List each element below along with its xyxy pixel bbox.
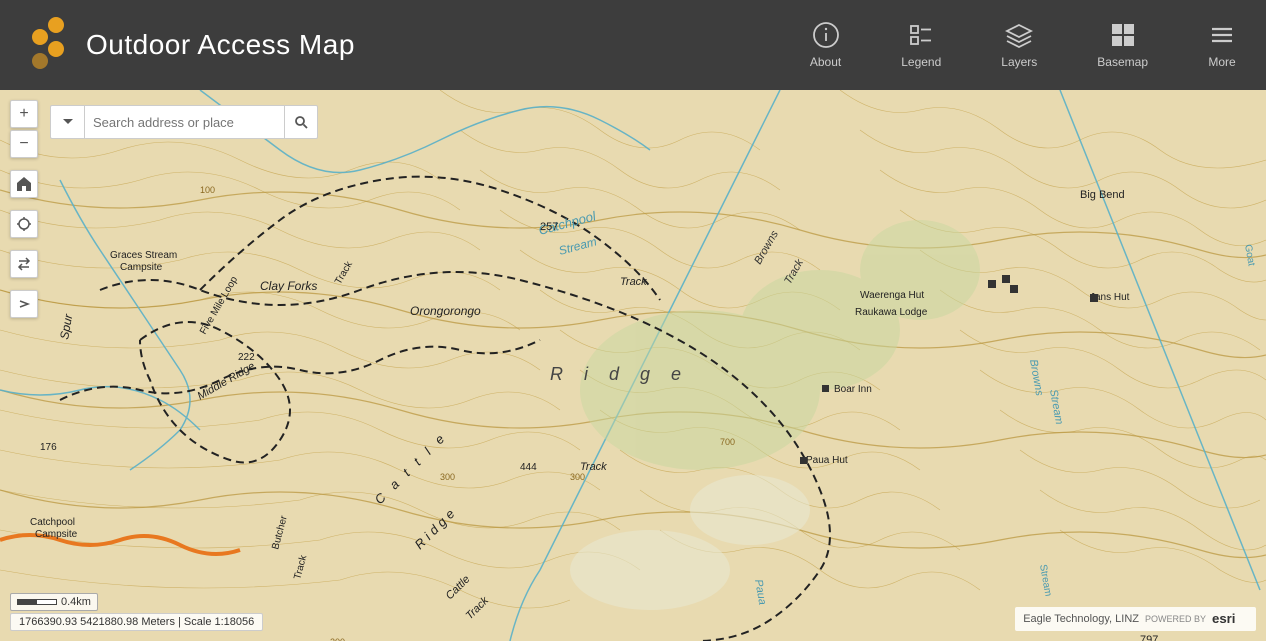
- svg-text:Boar Inn: Boar Inn: [834, 384, 872, 395]
- main-nav: About Legend Layers: [780, 0, 1266, 90]
- about-button[interactable]: About: [780, 0, 871, 90]
- svg-text:Clay Forks: Clay Forks: [260, 279, 317, 293]
- svg-text:300: 300: [440, 472, 455, 482]
- about-label: About: [810, 55, 841, 69]
- swap-button[interactable]: [10, 250, 38, 278]
- app-header: Outdoor Access Map About Legend: [0, 0, 1266, 90]
- more-label: More: [1208, 55, 1235, 69]
- attribution-text: Eagle Technology, LINZ: [1023, 613, 1139, 625]
- svg-text:Catchpool: Catchpool: [30, 517, 75, 528]
- svg-text:222: 222: [238, 352, 255, 363]
- svg-text:444: 444: [520, 462, 537, 473]
- zoom-out-button[interactable]: −: [10, 130, 38, 158]
- app-title: Outdoor Access Map: [86, 29, 355, 61]
- powered-by-label: POWERED BY: [1145, 614, 1206, 624]
- scale-label: 0.4km: [61, 596, 91, 608]
- legend-button[interactable]: Legend: [871, 0, 971, 90]
- svg-text:Paua Hut: Paua Hut: [806, 455, 848, 466]
- svg-text:257: 257: [540, 221, 558, 233]
- svg-text:797: 797: [1140, 634, 1158, 641]
- svg-text:300: 300: [570, 472, 585, 482]
- search-input[interactable]: [84, 105, 284, 139]
- esri-logo: esri: [1212, 610, 1248, 628]
- svg-text:Campsite: Campsite: [35, 529, 78, 540]
- search-submit-button[interactable]: [284, 105, 318, 139]
- svg-text:200: 200: [330, 637, 345, 641]
- svg-text:Track: Track: [620, 276, 647, 288]
- next-button[interactable]: [10, 290, 38, 318]
- svg-text:Campsite: Campsite: [120, 262, 163, 273]
- logo-area: Outdoor Access Map: [0, 15, 375, 75]
- svg-text:Big Bend: Big Bend: [1080, 189, 1125, 201]
- search-dropdown-button[interactable]: [50, 105, 84, 139]
- svg-text:Orongorongo: Orongorongo: [410, 304, 481, 318]
- basemap-label: Basemap: [1097, 55, 1148, 69]
- search-bar: [50, 105, 318, 139]
- map-canvas[interactable]: Catchpool Stream Browns Track Browns Str…: [0, 90, 1266, 641]
- coordinates-bar: 1766390.93 5421880.98 Meters | Scale 1:1…: [10, 613, 263, 631]
- scale-bar: 0.4km: [10, 593, 98, 611]
- svg-text:100: 100: [200, 185, 215, 195]
- legend-label: Legend: [901, 55, 941, 69]
- home-button[interactable]: [10, 170, 38, 198]
- svg-text:esri: esri: [1212, 611, 1235, 626]
- basemap-button[interactable]: Basemap: [1067, 0, 1178, 90]
- locate-button[interactable]: [10, 210, 38, 238]
- layers-button[interactable]: Layers: [971, 0, 1067, 90]
- svg-text:176: 176: [40, 442, 57, 453]
- svg-text:R i d g e: R i d g e: [550, 364, 689, 384]
- coordinates-text: 1766390.93 5421880.98 Meters | Scale 1:1…: [19, 616, 254, 628]
- svg-text:Waerenga Hut: Waerenga Hut: [860, 290, 924, 301]
- svg-text:Graces Stream: Graces Stream: [110, 250, 177, 261]
- attribution-bar: Eagle Technology, LINZ POWERED BY esri: [1015, 607, 1256, 631]
- layers-label: Layers: [1001, 55, 1037, 69]
- map-container[interactable]: Catchpool Stream Browns Track Browns Str…: [0, 90, 1266, 641]
- svg-text:700: 700: [720, 437, 735, 447]
- more-button[interactable]: More: [1178, 0, 1266, 90]
- map-controls: + −: [10, 100, 38, 318]
- zoom-in-button[interactable]: +: [10, 100, 38, 128]
- app-logo: [20, 15, 72, 75]
- svg-text:Raukawa Lodge: Raukawa Lodge: [855, 307, 928, 318]
